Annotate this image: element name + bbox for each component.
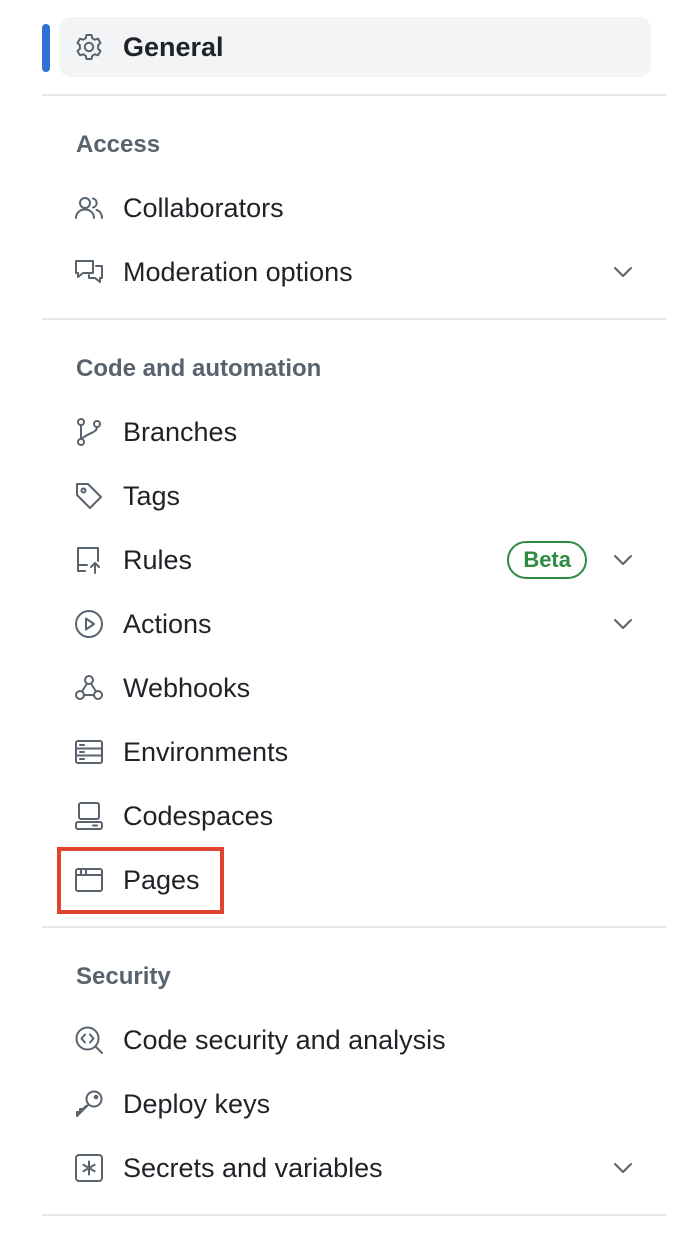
sidebar-item-label: Tags	[123, 481, 181, 511]
beta-badge: Beta	[507, 541, 587, 579]
git-branch-icon	[73, 416, 105, 448]
selected-indicator	[42, 24, 50, 72]
settings-sidebar: General Access Collaborators Moderation …	[0, 0, 676, 1234]
sidebar-item-label: Deploy keys	[123, 1089, 271, 1119]
sidebar-item-environments[interactable]: Environments	[59, 722, 651, 782]
gear-icon	[73, 31, 105, 63]
sidebar-item-general[interactable]: General	[59, 17, 651, 77]
play-icon	[73, 608, 105, 640]
sidebar-item-code-security[interactable]: Code security and analysis	[59, 1010, 651, 1070]
chevron-down-icon[interactable]	[610, 611, 636, 637]
comment-discussion-icon	[73, 256, 105, 288]
sidebar-item-label: Secrets and variables	[123, 1153, 383, 1183]
codescan-icon	[73, 1024, 105, 1056]
sidebar-item-label: Collaborators	[123, 193, 284, 223]
codespaces-icon	[73, 800, 105, 832]
sidebar-item-codespaces[interactable]: Codespaces	[59, 786, 651, 846]
key-icon	[73, 1088, 105, 1120]
sidebar-item-label: Rules	[123, 545, 193, 575]
sidebar-item-label: Actions	[123, 609, 212, 639]
sidebar-item-label: Code security and analysis	[123, 1025, 446, 1055]
chevron-down-icon[interactable]	[610, 259, 636, 285]
sidebar-item-webhooks[interactable]: Webhooks	[59, 658, 651, 718]
sidebar-item-actions[interactable]: Actions	[59, 594, 651, 654]
asterisk-square-icon	[73, 1152, 105, 1184]
sidebar-item-rules[interactable]: Rules Beta	[59, 530, 651, 590]
chevron-down-icon[interactable]	[610, 1155, 636, 1181]
divider	[42, 926, 667, 928]
section-header-code-and-automation: Code and automation	[76, 355, 322, 382]
sidebar-item-label: Webhooks	[123, 673, 251, 703]
server-icon	[73, 736, 105, 768]
sidebar-item-deploy-keys[interactable]: Deploy keys	[59, 1074, 651, 1134]
divider	[42, 94, 667, 96]
sidebar-item-collaborators[interactable]: Collaborators	[59, 178, 651, 238]
divider	[42, 1214, 667, 1216]
sidebar-item-label: Environments	[123, 737, 289, 767]
tag-icon	[73, 480, 105, 512]
sidebar-item-label: General	[123, 32, 224, 62]
sidebar-item-label: Codespaces	[123, 801, 274, 831]
section-header-security: Security	[76, 963, 171, 990]
sidebar-item-tags[interactable]: Tags	[59, 466, 651, 526]
sidebar-item-label: Moderation options	[123, 257, 353, 287]
divider	[42, 318, 667, 320]
sidebar-item-secrets-and-variables[interactable]: Secrets and variables	[59, 1138, 651, 1198]
people-icon	[73, 192, 105, 224]
section-header-access: Access	[76, 131, 161, 158]
sidebar-item-label: Branches	[123, 417, 238, 447]
chevron-down-icon[interactable]	[610, 547, 636, 573]
webhook-icon	[73, 672, 105, 704]
repo-push-icon	[73, 544, 105, 576]
sidebar-item-moderation-options[interactable]: Moderation options	[59, 242, 651, 302]
highlight-box	[57, 847, 224, 914]
sidebar-item-branches[interactable]: Branches	[59, 402, 651, 462]
